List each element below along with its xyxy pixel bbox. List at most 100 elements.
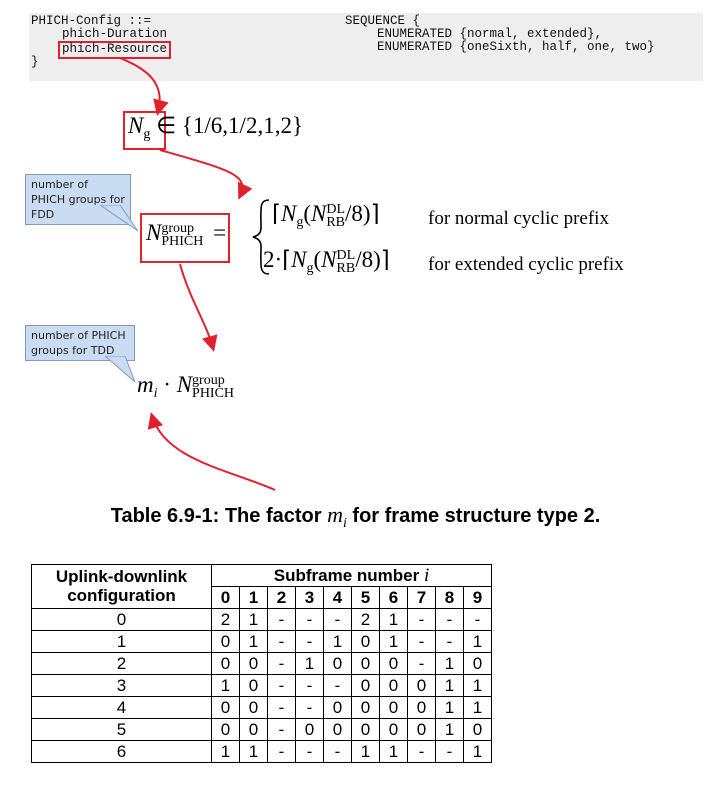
ng-symbol: N	[128, 113, 144, 138]
tdd-formula: mi · Ngroup PHICH	[137, 372, 234, 402]
factor-cell: 1	[463, 696, 492, 719]
factor-cell: -	[407, 652, 436, 675]
factor-cell: 0	[351, 696, 380, 719]
factor-cell: -	[267, 696, 296, 719]
factor-cell: -	[295, 696, 324, 719]
factor-table: Uplink-downlink configuration Subframe n…	[31, 564, 492, 763]
factor-cell: 1	[239, 740, 268, 763]
callout-fdd-pointer	[100, 205, 139, 232]
table-row: 400--000011	[31, 696, 492, 719]
factor-cell: 0	[351, 652, 380, 675]
factor-cell: -	[323, 740, 352, 763]
caption-prefix: Table 6.9-1: The factor	[110, 505, 322, 527]
table-row: 101--101--1	[31, 630, 492, 653]
nphich-sub: PHICH	[161, 233, 204, 249]
nphich-sup: group	[161, 220, 195, 236]
config-cell: 6	[31, 740, 212, 763]
factor-cell: 1	[463, 674, 492, 697]
arrow-nphich-to-mi	[179, 263, 218, 352]
factor-cell: 1	[463, 630, 492, 653]
subframe-number-8: 8	[435, 586, 464, 609]
factor-cell: -	[407, 630, 436, 653]
factor-cell: 2	[351, 608, 380, 631]
factor-cell: -	[267, 740, 296, 763]
factor-cell: -	[463, 608, 492, 631]
factor-cell: -	[435, 630, 464, 653]
factor-cell: 0	[463, 718, 492, 741]
factor-cell: -	[435, 740, 464, 763]
expr2-n: N	[291, 247, 307, 272]
factor-cell: 0	[379, 696, 408, 719]
factor-cell: 0	[239, 718, 268, 741]
table-row: 310---00011	[31, 674, 492, 697]
factor-cell: -	[267, 630, 296, 653]
subframe-header-text: Subframe number	[273, 566, 420, 585]
expr1-g: g	[296, 215, 304, 230]
factor-cell: 0	[211, 718, 240, 741]
table-row: 200-1000-10	[31, 652, 492, 675]
factor-cell: 0	[407, 674, 436, 697]
config-cell: 5	[31, 718, 212, 741]
factor-cell: -	[295, 674, 324, 697]
table-row: 611---11--1	[31, 740, 492, 763]
tdd-n: N	[176, 372, 193, 397]
subframe-number-7: 7	[407, 586, 436, 609]
subframe-number-6: 6	[379, 586, 408, 609]
factor-cell: 0	[211, 630, 240, 653]
tdd-i: i	[153, 386, 158, 401]
expr2-dl: DL	[336, 247, 356, 263]
caption-m: m	[327, 502, 343, 527]
factor-cell: 1	[379, 740, 408, 763]
factor-cell: 1	[379, 608, 408, 631]
config-cell: 0	[31, 608, 212, 631]
factor-cell: 1	[435, 652, 464, 675]
factor-cell: -	[323, 674, 352, 697]
factor-cell: -	[267, 608, 296, 631]
expr1-dl: DL	[326, 201, 346, 217]
config-cell: 3	[31, 674, 212, 697]
subframe-number-5: 5	[351, 586, 380, 609]
config-cell: 1	[31, 630, 212, 653]
subframe-number-4: 4	[323, 586, 352, 609]
subframe-symbol: i	[423, 565, 430, 586]
factor-cell: 0	[323, 696, 352, 719]
factor-cell: 0	[295, 718, 324, 741]
factor-cell: -	[267, 674, 296, 697]
factor-cell: 2	[211, 608, 240, 631]
factor-cell: 1	[211, 740, 240, 763]
factor-cell: 1	[435, 718, 464, 741]
factor-cell: -	[295, 740, 324, 763]
factor-cell: 1	[435, 696, 464, 719]
factor-cell: -	[267, 652, 296, 675]
factor-cell: 0	[351, 630, 380, 653]
factor-cell: 1	[351, 740, 380, 763]
subframe-number-3: 3	[295, 586, 324, 609]
table-row: 500-0000010	[31, 718, 492, 741]
factor-cell: 0	[407, 696, 436, 719]
caption-i: i	[342, 516, 347, 531]
factor-cell: 0	[211, 652, 240, 675]
factor-cell: 1	[239, 630, 268, 653]
factor-cell: 0	[323, 718, 352, 741]
factor-cell: -	[407, 740, 436, 763]
factor-cell: 0	[239, 652, 268, 675]
subframe-number-9: 9	[463, 586, 492, 609]
factor-cell: 0	[239, 674, 268, 697]
factor-cell: -	[435, 608, 464, 631]
table-caption: Table 6.9-1: The factor mi for frame str…	[0, 502, 711, 532]
factor-cell: 1	[239, 608, 268, 631]
factor-cell: 1	[379, 630, 408, 653]
table-row: 021---21---	[31, 608, 492, 631]
factor-cell: 0	[323, 652, 352, 675]
expr2-div: /8	[355, 247, 374, 272]
expr1-n: N	[280, 201, 297, 226]
normal-cp-label: for normal cyclic prefix	[428, 208, 609, 229]
config-cell: 2	[31, 652, 212, 675]
factor-cell: -	[323, 608, 352, 631]
expr2-coeff: 2·	[263, 247, 283, 272]
nphich-symbol: Ngroup PHICH =	[146, 220, 227, 249]
factor-cell: -	[295, 608, 324, 631]
subframe-number-1: 1	[239, 586, 268, 609]
subframe-number-0: 0	[211, 586, 240, 609]
factor-cell: 0	[351, 718, 380, 741]
